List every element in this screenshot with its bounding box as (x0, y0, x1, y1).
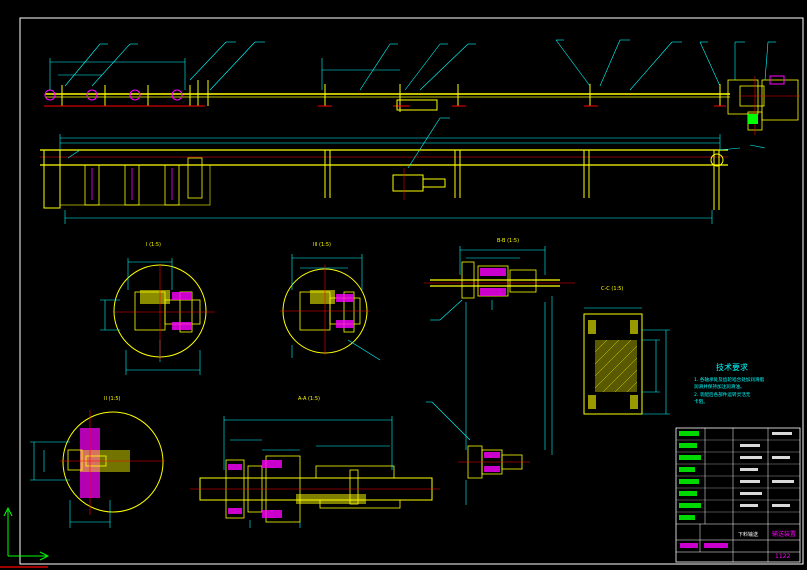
detail-iii-label: III (1:5) (313, 242, 331, 248)
tech-requirements: 技术要求 1. 各轴承处及齿轮啮合处加润滑脂 润滑并保持加注润滑油。 2. 装配… (694, 362, 765, 405)
section-a-a: A-A (1:5) (190, 396, 440, 528)
tech-req-line3: 2. 装配后各部件运转灵活无 (694, 391, 751, 398)
tech-req-title: 技术要求 (716, 362, 748, 372)
detail-i-label: I (1:5) (146, 242, 161, 248)
tech-req-line1: 1. 各轴承处及齿轮啮合处加润滑脂 (694, 376, 765, 383)
section-cc-label: C-C (1:5) (601, 286, 623, 292)
title-block-sub-name: 下料输送 (738, 531, 758, 538)
cad-drawing-canvas: I (1:5) III (1:5) B-B (1:5) C-C (1:5) 技术… (0, 17, 804, 568)
title-block: 下料输送 输送装置 1122 (675, 427, 801, 563)
detail-ii-label: II (1:5) (104, 396, 121, 402)
detail-iii: III (1:5) (280, 242, 381, 361)
plan-view (40, 117, 766, 224)
detail-i: I (1:5) (100, 242, 215, 375)
title-block-drawing-name: 输送装置 (772, 530, 796, 538)
ucs-axis-icon (3, 506, 50, 561)
section-bb-label: B-B (1:5) (497, 238, 519, 244)
top-elevation-view (44, 39, 800, 135)
section-c-c: C-C (1:5) (583, 286, 670, 415)
tech-req-line2: 润滑并保持加注润滑油。 (694, 383, 745, 390)
section-b-b: B-B (1:5) (424, 238, 575, 505)
section-aa-label: A-A (1:5) (298, 396, 320, 402)
title-block-part-number: 1122 (775, 553, 790, 560)
detail-ii: II (1:5) (30, 396, 165, 528)
tech-req-line4: 卡阻。 (694, 398, 708, 405)
